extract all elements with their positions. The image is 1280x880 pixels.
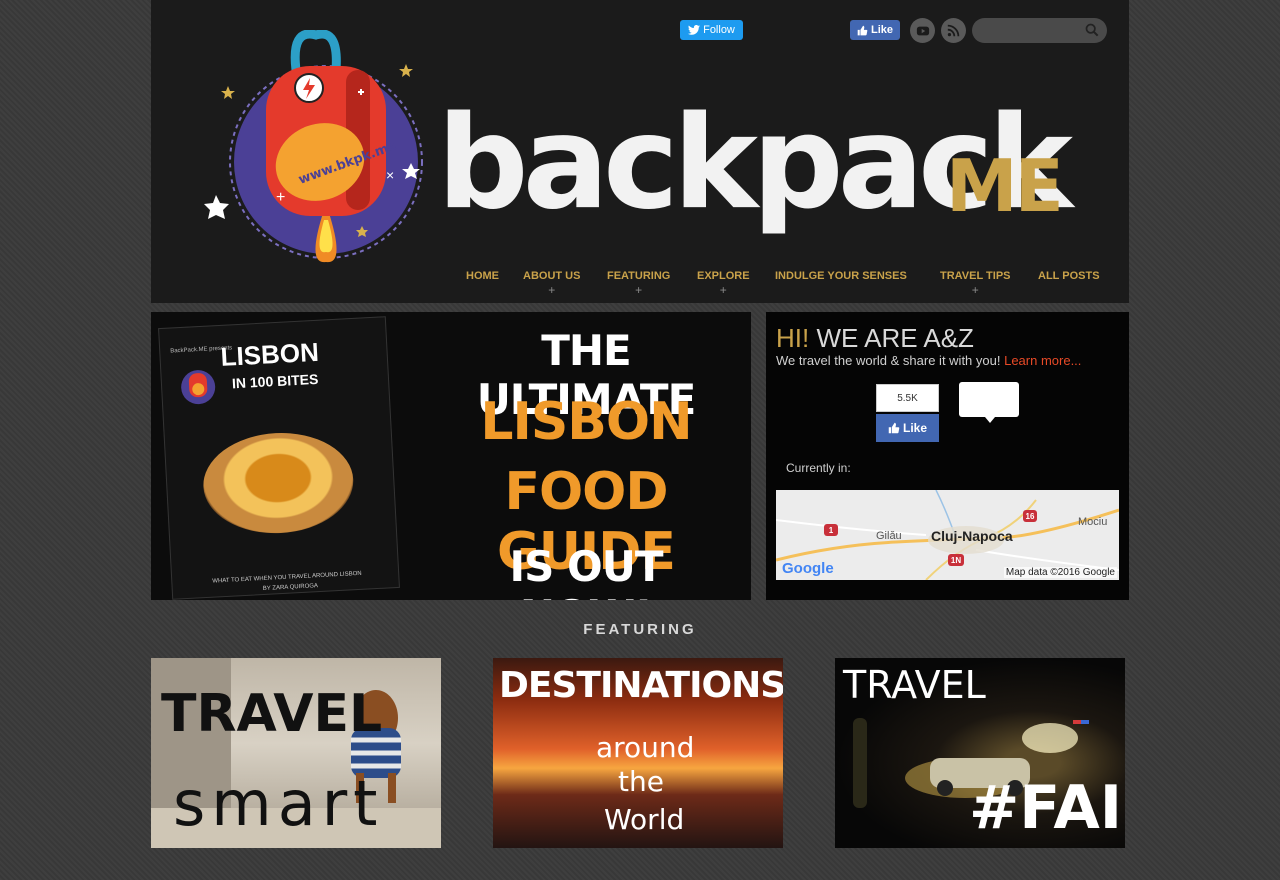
- google-logo: Google: [782, 560, 834, 577]
- twitter-bird-icon: [688, 25, 701, 35]
- feature-card-line-2: #FAIL: [969, 773, 1125, 843]
- feature-card-travel-smart[interactable]: TRAVEL smart: [151, 658, 441, 848]
- nav-item-explore[interactable]: EXPLORE +: [697, 270, 750, 297]
- nav-item-all-posts[interactable]: ALL POSTS: [1038, 270, 1100, 282]
- facebook-like-label: Like: [870, 24, 893, 36]
- feature-card-line-4: World: [604, 803, 685, 836]
- search-box: [972, 18, 1107, 43]
- book-footer: WHAT TO EAT WHEN YOU TRAVEL AROUND LISBO…: [212, 570, 362, 585]
- about-sidebar: HI! WE ARE A&Z We travel the world & sha…: [766, 312, 1129, 600]
- facebook-like-button[interactable]: Like: [850, 20, 900, 40]
- learn-more-link[interactable]: Learn more...: [1004, 353, 1081, 368]
- banner-line-2: LISBON: [480, 392, 692, 452]
- backpack-rocket-logo[interactable]: www.bkpk.me × +: [196, 30, 436, 270]
- feature-card-line-3: the: [618, 765, 664, 798]
- nav-item-label: EXPLORE: [697, 270, 750, 282]
- book-author: BY ZARA QUIROGA: [262, 583, 319, 593]
- submenu-plus-icon[interactable]: +: [523, 283, 580, 297]
- youtube-icon[interactable]: [910, 18, 935, 43]
- nav-item-label: HOME: [466, 270, 499, 282]
- featuring-section-title: FEATURING: [583, 621, 697, 638]
- nav-item-indulge-your-senses[interactable]: INDULGE YOUR SENSES: [775, 270, 907, 282]
- thumbs-up-icon: [857, 25, 868, 35]
- google-logo-text: Google: [782, 560, 834, 577]
- search-input[interactable]: [980, 21, 1084, 42]
- twitter-follow-button[interactable]: Follow: [680, 20, 743, 40]
- sidebar-title: HI! WE ARE A&Z: [776, 323, 974, 354]
- facebook-like-count: 5.5K: [876, 384, 939, 412]
- submenu-plus-icon[interactable]: +: [940, 283, 1011, 297]
- sidebar-title-hi: HI!: [776, 323, 810, 353]
- book-subtitle: IN 100 BITES: [231, 370, 319, 392]
- feature-card-line-1: TRAVEL: [161, 684, 383, 744]
- nav-item-travel-tips[interactable]: TRAVEL TIPS +: [940, 270, 1011, 297]
- site-wordmark-suffix[interactable]: ME: [946, 150, 1064, 222]
- svg-text:+: +: [276, 189, 285, 206]
- feature-card-travel-fail[interactable]: TRAVEL #FAIL: [835, 658, 1125, 848]
- submenu-plus-icon[interactable]: +: [607, 283, 670, 297]
- rss-glyph: [947, 24, 960, 37]
- submenu-plus-icon[interactable]: +: [697, 283, 750, 297]
- location-map[interactable]: 1 16 1N Gilău Cluj-Napoca Mociu Google M…: [776, 490, 1119, 580]
- thumbs-up-icon: [888, 422, 900, 434]
- banner-line-4: IS OUT NOW!: [509, 542, 664, 600]
- intro-text: We travel the world & share it with you!: [776, 353, 1001, 368]
- lisbon-food-guide-banner[interactable]: BackPack.ME presents LISBON IN 100 BITES…: [151, 312, 751, 600]
- nav-item-label: ALL POSTS: [1038, 270, 1100, 282]
- book-cover: BackPack.ME presents LISBON IN 100 BITES…: [158, 316, 400, 600]
- facebook-like-box: 5.5K Like: [876, 384, 939, 442]
- feature-card-line-1: TRAVEL: [843, 663, 986, 707]
- feature-card-line-2: smart: [173, 767, 384, 840]
- book-title: LISBON: [219, 336, 320, 372]
- map-town-mociu: Mociu: [1078, 516, 1108, 528]
- pastel-de-nata-image: [200, 429, 356, 537]
- search-icon[interactable]: [1085, 23, 1099, 37]
- facebook-like-button-large[interactable]: Like: [876, 414, 939, 442]
- road-shield-1n: 1N: [948, 554, 964, 566]
- map-city-label: Cluj-Napoca: [931, 528, 1013, 544]
- nav-item-featuring[interactable]: FEATURING +: [607, 270, 670, 297]
- nav-item-label: INDULGE YOUR SENSES: [775, 270, 907, 282]
- nav-item-label: ABOUT US: [523, 270, 581, 282]
- nav-item-label: FEATURING: [607, 270, 671, 282]
- site-header: Follow Like www.bkpk.me × + backpack ME …: [151, 0, 1129, 303]
- book-logo-icon: [181, 370, 216, 405]
- feature-card-line-1: DESTINATIONS: [499, 665, 783, 706]
- rss-icon[interactable]: [941, 18, 966, 43]
- feature-card-line-2: around: [596, 731, 695, 764]
- currently-in-label: Currently in:: [786, 461, 851, 475]
- nav-item-label: TRAVEL TIPS: [940, 270, 1011, 282]
- feature-card-destinations[interactable]: DESTINATIONS around the World: [493, 658, 783, 848]
- nav-item-home[interactable]: HOME: [466, 270, 499, 282]
- share-count-bubble[interactable]: [959, 382, 1019, 423]
- svg-text:×: ×: [386, 167, 394, 183]
- nav-item-about-us[interactable]: ABOUT US +: [523, 270, 580, 297]
- road-shield-16: 16: [1023, 510, 1037, 522]
- map-town-gilau: Gilău: [876, 530, 902, 542]
- map-attribution[interactable]: Map data ©2016 Google: [1003, 567, 1117, 578]
- sidebar-intro: We travel the world & share it with you!…: [776, 353, 1081, 368]
- twitter-follow-label: Follow: [703, 24, 735, 36]
- youtube-glyph: [916, 26, 929, 35]
- road-shield-1: 1: [824, 524, 838, 536]
- sidebar-title-rest: WE ARE A&Z: [809, 323, 974, 353]
- facebook-like-label: Like: [902, 421, 927, 435]
